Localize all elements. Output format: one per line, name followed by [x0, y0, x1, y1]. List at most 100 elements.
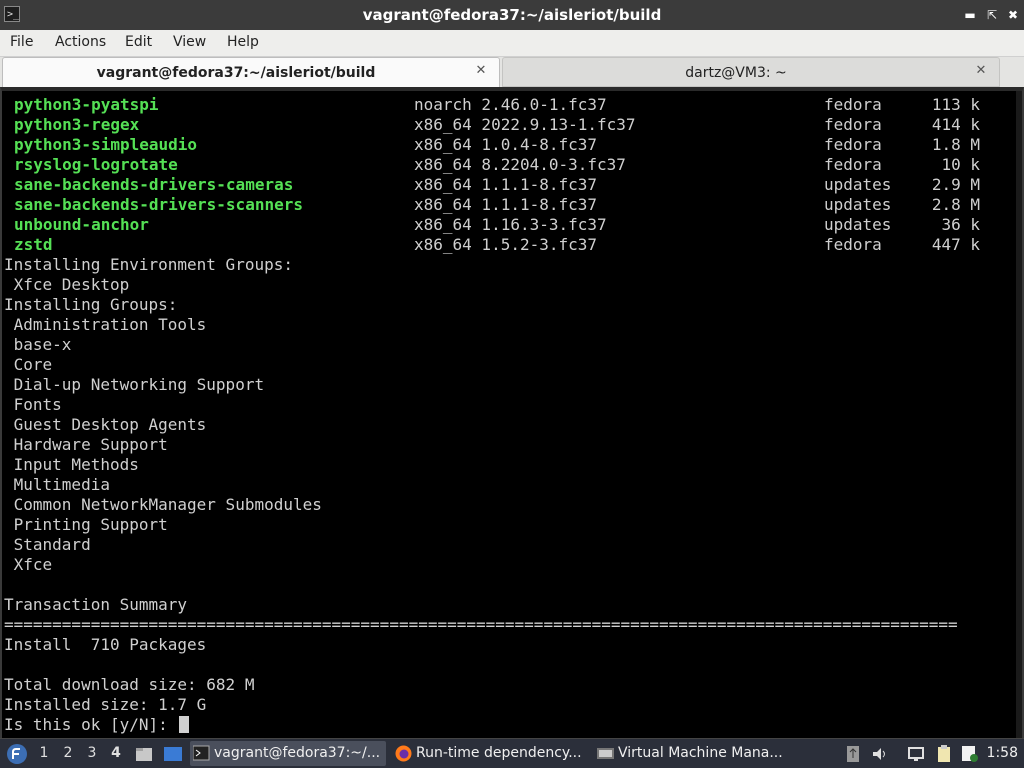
firefox-icon [395, 745, 412, 762]
package-repo: updates [824, 175, 892, 194]
file-manager-button[interactable] [134, 739, 154, 768]
terminal-line: Installing Groups: [4, 295, 178, 314]
terminal-line: Xfce Desktop [4, 275, 130, 294]
terminal-line: base-x [4, 335, 72, 354]
terminal-prompt-line[interactable]: Is this ok [y/N]: [4, 715, 190, 735]
clock[interactable]: 1:58 [987, 739, 1018, 768]
fedora-logo-icon [7, 744, 27, 764]
package-arch-version: x86_64 1.1.1-8.fc37 [414, 195, 598, 214]
menu-help[interactable]: Help [227, 34, 259, 50]
workspace-3[interactable]: 3 [82, 739, 102, 768]
terminal-line: Standard [4, 535, 91, 554]
package-arch-version: x86_64 1.0.4-8.fc37 [414, 135, 598, 154]
package-name: python3-pyatspi [14, 95, 159, 114]
task-label: Virtual Machine Mana... [618, 745, 783, 761]
tab-close-icon[interactable]: ✕ [973, 63, 989, 79]
package-size: 2.9 M [931, 175, 980, 194]
vmm-icon [597, 748, 614, 759]
app-menu-button[interactable] [4, 739, 28, 768]
package-repo: fedora [824, 95, 882, 114]
terminal-line: Printing Support [4, 515, 168, 534]
package-arch-version: x86_64 2022.9.13-1.fc37 [414, 115, 636, 134]
package-size: 10 k [941, 155, 980, 174]
minimize-icon[interactable]: ▬ [960, 5, 980, 25]
package-arch-version: x86_64 1.16.3-3.fc37 [414, 215, 607, 234]
package-name: zstd [14, 235, 53, 254]
volume-icon[interactable] [871, 745, 889, 763]
package-size: 113 k [931, 95, 980, 114]
terminal-output[interactable]: python3-pyatspi noarch 2.46.0-1.fc37 fedor… [0, 87, 1024, 738]
package-arch-version: noarch 2.46.0-1.fc37 [414, 95, 607, 114]
terminal-line: Total download size: 682 M [4, 675, 255, 694]
terminal-line: Administration Tools [4, 315, 207, 334]
package-size: 447 k [931, 235, 980, 254]
desktop-icon [164, 747, 182, 761]
package-repo: fedora [824, 155, 882, 174]
updates-tray-icon[interactable] [845, 745, 863, 763]
terminal-line: Dial-up Networking Support [4, 375, 265, 394]
clipboard-icon[interactable] [935, 745, 953, 763]
notes-icon[interactable] [961, 745, 979, 763]
terminal-line: Multimedia [4, 475, 110, 494]
close-icon[interactable]: ✖ [1003, 5, 1023, 25]
tab-bar: vagrant@fedora37:~/aisleriot/build ✕ dar… [0, 57, 1024, 87]
package-name: python3-simpleaudio [14, 135, 198, 154]
menu-actions[interactable]: Actions [55, 34, 106, 50]
text-cursor [179, 716, 190, 733]
terminal-line: Input Methods [4, 455, 139, 474]
tab-dartz[interactable]: dartz@VM3: ~ ✕ [502, 57, 1000, 87]
terminal-line: Fonts [4, 395, 62, 414]
package-name: sane-backends-drivers-scanners [14, 195, 303, 214]
prompt-text: Is this ok [y/N]: [4, 715, 178, 734]
menu-view[interactable]: View [173, 34, 206, 50]
file-manager-icon [136, 748, 152, 761]
workspace-1[interactable]: 1 [34, 739, 54, 768]
package-size: 1.8 M [931, 135, 980, 154]
terminal-line: Install 710 Packages [4, 635, 207, 654]
task-terminal[interactable]: vagrant@fedora37:~/... [190, 741, 386, 766]
tab-label: dartz@VM3: ~ [685, 65, 787, 81]
menu-bar: File Actions Edit View Help [0, 30, 1024, 57]
package-repo: updates [824, 215, 892, 234]
menu-file[interactable]: File [10, 34, 33, 50]
task-virt-manager[interactable]: Virtual Machine Mana... [594, 741, 790, 766]
terminal-scrollbar[interactable] [1016, 91, 1022, 738]
terminal-line: Hardware Support [4, 435, 168, 454]
task-firefox[interactable]: Run-time dependency... [392, 741, 588, 766]
task-label: vagrant@fedora37:~/... [214, 745, 381, 761]
network-icon[interactable] [907, 745, 925, 763]
package-name: rsyslog-logrotate [14, 155, 178, 174]
tab-vagrant[interactable]: vagrant@fedora37:~/aisleriot/build ✕ [2, 57, 500, 87]
terminal-line: Installing Environment Groups: [4, 255, 293, 274]
terminal-line: Transaction Summary [4, 595, 188, 614]
tab-label: vagrant@fedora37:~/aisleriot/build [96, 65, 376, 81]
terminal-icon [193, 745, 210, 761]
taskbar: 1 2 3 4 vagrant@fedora37:~/... Run-time … [0, 738, 1024, 768]
package-repo: fedora [824, 135, 882, 154]
window-titlebar[interactable]: >_ vagrant@fedora37:~/aisleriot/build ▬ … [0, 0, 1024, 30]
workspace-4[interactable]: 4 [106, 739, 126, 768]
task-label: Run-time dependency... [416, 745, 582, 761]
terminal-line: Core [4, 355, 53, 374]
terminal-line: Guest Desktop Agents [4, 415, 207, 434]
tab-close-icon[interactable]: ✕ [473, 63, 489, 79]
terminal-line: Installed size: 1.7 G [4, 695, 207, 714]
workspace-2[interactable]: 2 [58, 739, 78, 768]
package-size: 2.8 M [931, 195, 980, 214]
package-name: unbound-anchor [14, 215, 149, 234]
menu-edit[interactable]: Edit [125, 34, 152, 50]
package-size: 414 k [931, 115, 980, 134]
terminal-line: Xfce [4, 555, 53, 574]
package-name: sane-backends-drivers-cameras [14, 175, 294, 194]
window-title: vagrant@fedora37:~/aisleriot/build [362, 6, 662, 24]
terminal-line: ========================================… [4, 615, 958, 634]
package-arch-version: x86_64 1.1.1-8.fc37 [414, 175, 598, 194]
package-repo: fedora [824, 235, 882, 254]
package-repo: fedora [824, 115, 882, 134]
package-arch-version: x86_64 1.5.2-3.fc37 [414, 235, 598, 254]
package-arch-version: x86_64 8.2204.0-3.fc37 [414, 155, 626, 174]
maximize-icon[interactable]: ⇱ [982, 5, 1002, 25]
show-desktop-button[interactable] [162, 739, 184, 768]
package-size: 36 k [941, 215, 980, 234]
package-repo: updates [824, 195, 892, 214]
